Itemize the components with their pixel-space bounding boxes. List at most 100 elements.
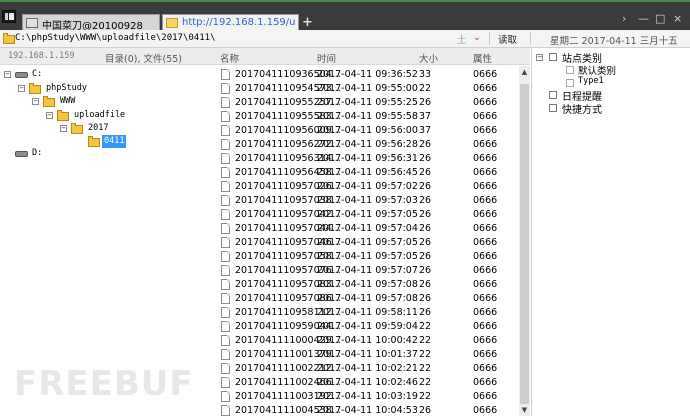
file-row[interactable]: 2017041110956272... 2017-04-11 09:56:28 26… <box>216 138 518 152</box>
close-button[interactable]: × <box>673 13 682 25</box>
file-attr: 0666 <box>473 237 498 248</box>
file-row[interactable]: 2017041110954573... 2017-04-11 09:55:00 22… <box>216 82 518 96</box>
file-icon <box>221 237 230 248</box>
tree-label-selected: 0411 <box>102 135 127 148</box>
file-row[interactable]: 2017041110958112... 2017-04-11 09:58:11 26… <box>216 306 518 320</box>
maximize-button[interactable]: □ <box>655 13 665 25</box>
file-icon <box>221 293 230 304</box>
file-time: 2017-04-11 10:04:53 <box>317 405 418 416</box>
file-row[interactable]: 2017041110956314... 2017-04-11 09:56:31 26… <box>216 152 518 166</box>
file-row[interactable]: 2017041110956009... 2017-04-11 09:56:00 37… <box>216 124 518 138</box>
scrollbar-thumb[interactable] <box>520 84 529 404</box>
file-row[interactable]: 2017041111004538... 2017-04-11 10:04:53 26… <box>216 404 518 416</box>
tree-label: WWW <box>60 96 76 106</box>
file-time: 2017-04-11 10:02:21 <box>317 363 418 374</box>
file-row[interactable]: 2017041110957042... 2017-04-11 09:57:05 26… <box>216 208 518 222</box>
file-attr: 0666 <box>473 195 498 206</box>
file-row[interactable]: 2017041111003192... 2017-04-11 10:03:19 22… <box>216 390 518 404</box>
sidebar-item-shortcuts[interactable]: 快捷方式 <box>562 101 602 116</box>
file-time: 2017-04-11 09:56:45 <box>317 167 418 178</box>
file-size: 22 <box>419 83 432 94</box>
app-menu-icon[interactable] <box>2 10 16 23</box>
file-size: 22 <box>419 349 432 360</box>
file-time: 2017-04-11 10:01:37 <box>317 349 418 360</box>
item-count: 目录(0), 文件(55) <box>105 54 182 65</box>
file-time: 2017-04-11 09:56:28 <box>317 139 418 150</box>
toolbar-divider <box>489 32 490 45</box>
column-header-name[interactable]: 名称 <box>220 51 239 65</box>
file-row[interactable]: 2017041110957086... 2017-04-11 09:57:08 26… <box>216 292 518 306</box>
path-dropdown-chevron-icon[interactable]: ⌄ <box>473 32 481 43</box>
file-size: 26 <box>419 307 432 318</box>
file-size: 22 <box>419 391 432 402</box>
file-time: 2017-04-11 09:57:05 <box>317 251 418 262</box>
file-list-scrollbar[interactable]: ▲ ▼ <box>519 66 530 416</box>
file-row[interactable]: 2017041111002466... 2017-04-11 10:02:46 22… <box>216 376 518 390</box>
file-attr: 0666 <box>473 251 498 262</box>
file-icon <box>221 377 230 388</box>
file-row[interactable]: 2017041110959044... 2017-04-11 09:59:04 22… <box>216 320 518 334</box>
file-icon <box>221 195 230 206</box>
category-icon <box>566 79 574 87</box>
file-row[interactable]: 2017041110956458... 2017-04-11 09:56:45 26… <box>216 166 518 180</box>
file-row[interactable]: 2017041110957083... 2017-04-11 09:57:08 26… <box>216 278 518 292</box>
scroll-up-icon[interactable]: ▲ <box>520 67 529 77</box>
file-attr: 0666 <box>473 111 498 122</box>
file-size: 26 <box>419 167 432 178</box>
column-header-attr[interactable]: 属性 <box>473 51 492 65</box>
minimize-button[interactable]: — <box>638 13 649 25</box>
collapse-icon[interactable]: − <box>4 71 11 78</box>
collapse-icon[interactable]: − <box>32 98 39 105</box>
file-size: 26 <box>419 223 432 234</box>
file-icon <box>221 251 230 262</box>
column-header-size[interactable]: 大小 <box>419 51 438 65</box>
file-row[interactable]: 2017041111000429... 2017-04-11 10:00:42 22… <box>216 334 518 348</box>
read-button[interactable]: 读取 <box>498 32 517 46</box>
file-attr: 0666 <box>473 153 498 164</box>
collapse-icon[interactable]: − <box>536 54 543 61</box>
file-row[interactable]: 2017041110936504... 2017-04-11 09:36:52 33… <box>216 68 518 82</box>
scroll-down-icon[interactable]: ▼ <box>520 405 529 415</box>
tree-label: C: <box>32 69 43 79</box>
host-address: 192.168.1.159 <box>8 51 75 61</box>
file-row[interactable]: 2017041110957076... 2017-04-11 09:57:07 26… <box>216 264 518 278</box>
file-attr: 0666 <box>473 349 498 360</box>
sidebar-item-default-category[interactable]: 默认类别 <box>578 63 616 77</box>
collapse-icon[interactable]: − <box>46 112 53 119</box>
folder-icon <box>3 33 15 44</box>
file-row[interactable]: 2017041110957046... 2017-04-11 09:57:05 26… <box>216 236 518 250</box>
file-icon <box>221 83 230 94</box>
forward-arrow-icon[interactable]: › <box>622 13 626 25</box>
tab-label: http://192.168.1.159/uploadfi... <box>182 17 295 28</box>
new-tab-button[interactable]: + <box>302 16 313 29</box>
file-row[interactable]: 2017041110955257... 2017-04-11 09:55:25 26… <box>216 96 518 110</box>
file-icon <box>221 279 230 290</box>
file-row[interactable]: 2017041111002212... 2017-04-11 10:02:21 22… <box>216 362 518 376</box>
file-row[interactable]: 2017041110957038... 2017-04-11 09:57:03 26… <box>216 194 518 208</box>
file-attr: 0666 <box>473 279 498 290</box>
file-attr: 0666 <box>473 293 498 304</box>
category-icon <box>566 66 574 74</box>
file-time: 2017-04-11 09:56:00 <box>317 125 418 136</box>
file-row[interactable]: 2017041110955583... 2017-04-11 09:55:58 37… <box>216 110 518 124</box>
file-row[interactable]: 2017041110957044... 2017-04-11 09:57:04 26… <box>216 222 518 236</box>
file-attr: 0666 <box>473 139 498 150</box>
collapse-icon[interactable]: − <box>60 125 67 132</box>
file-row[interactable]: 2017041111001379... 2017-04-11 10:01:37 22… <box>216 348 518 362</box>
file-size: 37 <box>419 125 432 136</box>
sidebar-item-type1[interactable]: Type1 <box>578 76 604 86</box>
collapse-icon[interactable]: − <box>18 85 25 92</box>
file-row[interactable]: 2017041110957058... 2017-04-11 09:57:05 26… <box>216 250 518 264</box>
file-attr: 0666 <box>473 83 498 94</box>
file-size: 33 <box>419 69 432 80</box>
refresh-button[interactable]: 土 <box>457 32 467 46</box>
file-row[interactable]: 2017041110957026... 2017-04-11 09:57:02 26… <box>216 180 518 194</box>
path-input[interactable]: C:\phpStudy\WWW\uploadfile\2017\0411\ <box>15 31 485 46</box>
file-time: 2017-04-11 09:56:31 <box>317 153 418 164</box>
file-size: 22 <box>419 321 432 332</box>
folder-open-icon <box>88 136 100 147</box>
file-size: 26 <box>419 209 432 220</box>
column-header-time[interactable]: 时间 <box>317 51 336 65</box>
file-size: 26 <box>419 97 432 108</box>
file-attr: 0666 <box>473 265 498 276</box>
